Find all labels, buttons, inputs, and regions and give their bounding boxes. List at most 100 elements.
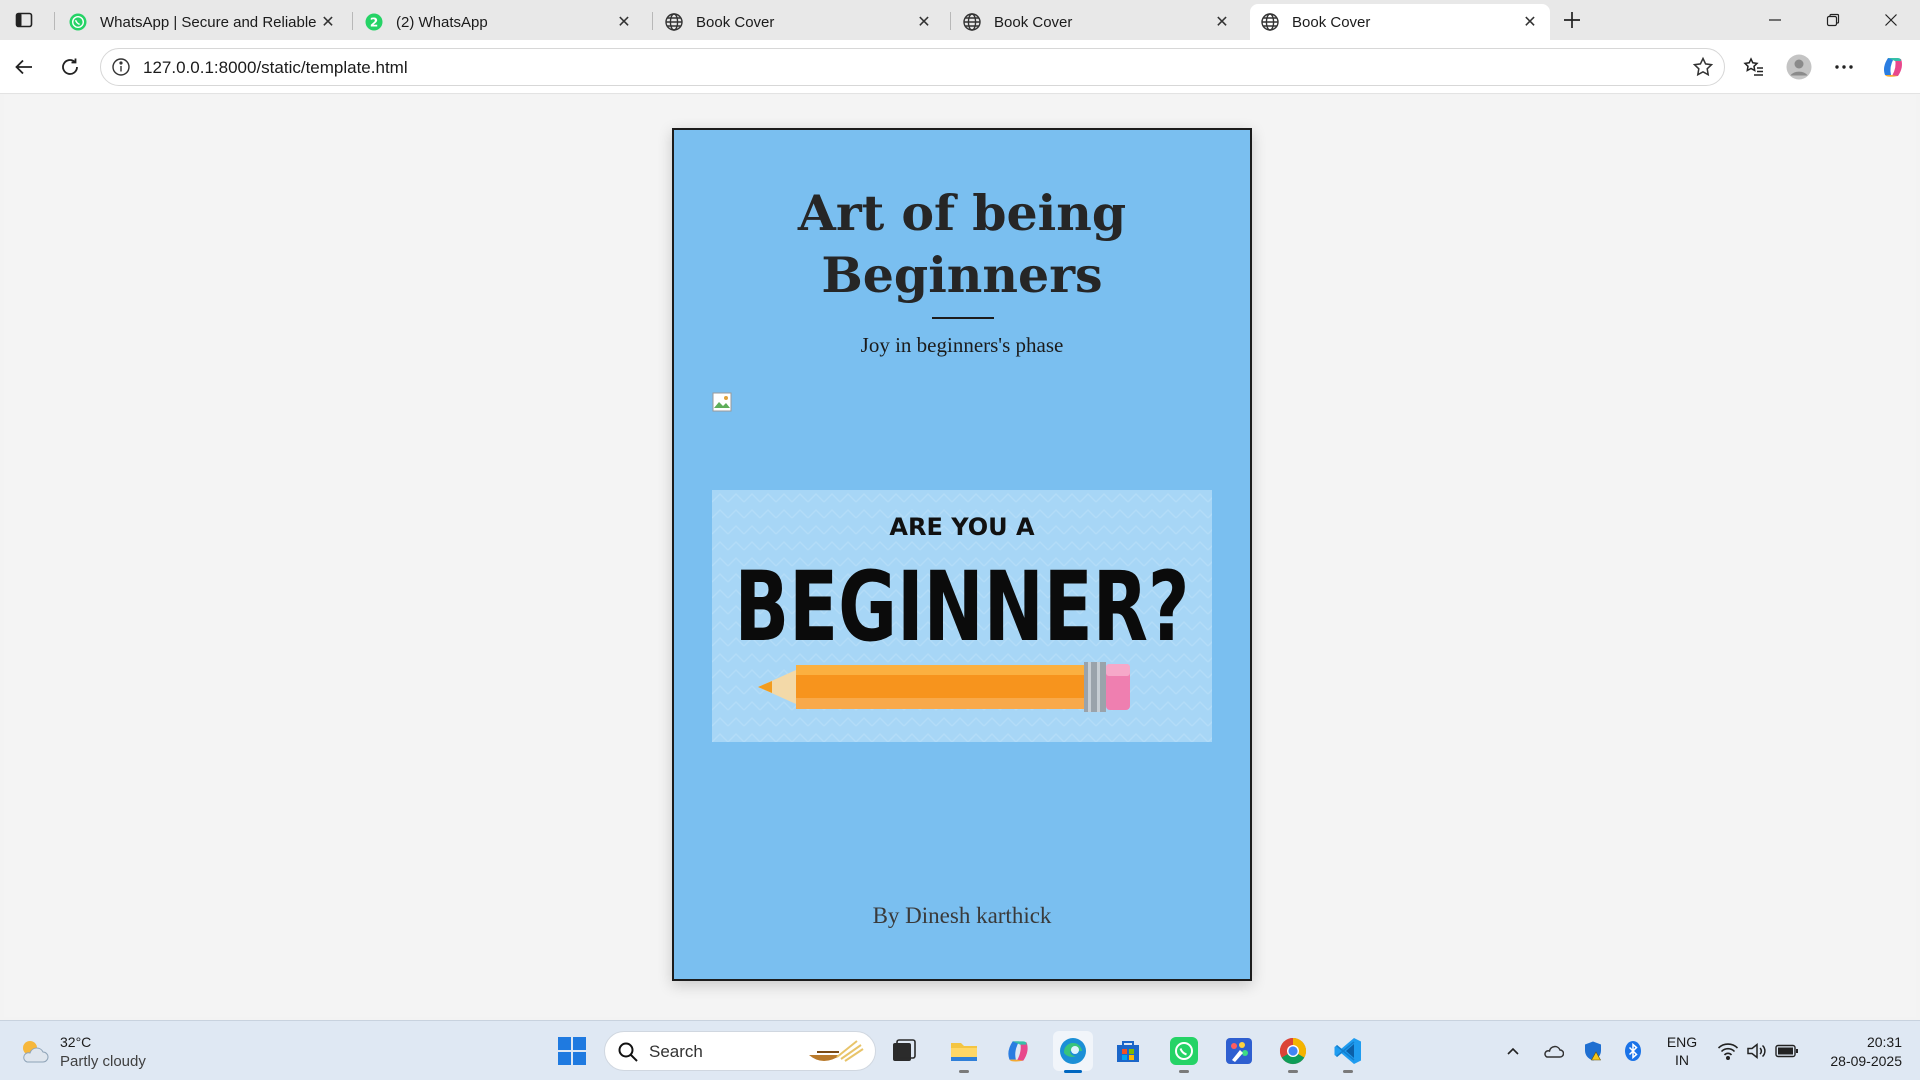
bluetooth-icon <box>1625 1041 1641 1061</box>
profile-button[interactable] <box>1783 51 1815 83</box>
running-indicator <box>1343 1070 1353 1073</box>
tab-separator <box>950 12 951 30</box>
microsoft-store-icon <box>1117 1041 1139 1062</box>
weather-widget[interactable]: 32°C Partly cloudy <box>18 1033 146 1071</box>
globe-icon <box>962 12 982 32</box>
title-divider <box>932 317 994 319</box>
tab-book-cover-2[interactable]: Book Cover ✕ <box>952 4 1242 40</box>
tab-strip: WhatsApp | Secure and Reliable F ✕ 2 (2)… <box>0 0 1920 40</box>
windows-security-button[interactable] <box>1581 1039 1605 1063</box>
running-indicator <box>1179 1070 1189 1073</box>
tab-whatsapp[interactable]: 2 (2) WhatsApp ✕ <box>354 4 644 40</box>
art-heading-small: ARE YOU A <box>889 513 1035 541</box>
art-heading-large: BEGINNER? <box>735 551 1190 663</box>
search-icon <box>618 1042 638 1062</box>
globe-icon <box>1260 12 1280 32</box>
site-info-icon[interactable] <box>111 57 131 77</box>
tab-label: (2) WhatsApp <box>396 13 488 31</box>
taskbar: 32°C Partly cloudy Search ENG IN 20:31 2… <box>0 1020 1920 1080</box>
battery-button[interactable] <box>1775 1039 1799 1063</box>
whatsapp-taskbar-button[interactable] <box>1164 1031 1204 1073</box>
svg-text:2: 2 <box>370 16 378 30</box>
whatsapp-badge-icon: 2 <box>364 12 384 32</box>
paint-button[interactable] <box>1219 1031 1259 1071</box>
url-text: 127.0.0.1:8000/static/template.html <box>143 58 408 77</box>
back-arrow-icon <box>15 59 32 75</box>
input-language-indicator[interactable]: ENG IN <box>1664 1033 1700 1069</box>
search-highlight-icon <box>809 1040 864 1062</box>
tab-whatsapp-web[interactable]: WhatsApp | Secure and Reliable F ✕ <box>58 4 348 40</box>
restore-icon <box>1826 13 1840 27</box>
wifi-icon <box>1717 1043 1739 1060</box>
close-tab-icon[interactable]: ✕ <box>614 12 634 32</box>
profile-avatar-icon <box>1786 54 1812 80</box>
tab-separator <box>652 12 653 30</box>
settings-more-button[interactable] <box>1828 51 1860 83</box>
pencil-icon <box>758 662 1130 712</box>
book-title-line-2: Beginners <box>821 246 1103 304</box>
minimize-button[interactable] <box>1746 0 1804 40</box>
page-viewport: Art of being Beginners Joy in beginners'… <box>4 95 1916 1017</box>
close-tab-icon[interactable]: ✕ <box>318 12 338 32</box>
favorites-button[interactable] <box>1738 51 1770 83</box>
system-clock[interactable]: 20:31 28-09-2025 <box>1810 1033 1902 1071</box>
copilot-icon <box>1008 1041 1028 1062</box>
lang-code: ENG <box>1666 1034 1698 1050</box>
book-title-line-1: Art of being <box>797 184 1127 242</box>
weather-temperature: 32°C <box>60 1034 92 1050</box>
cloud-icon <box>1544 1045 1564 1058</box>
battery-icon <box>1775 1044 1798 1058</box>
microsoft-store-button[interactable] <box>1108 1031 1148 1071</box>
whatsapp-icon <box>68 12 88 32</box>
tab-label: Book Cover <box>696 13 775 31</box>
file-explorer-icon <box>951 1043 977 1061</box>
vscode-icon <box>1334 1038 1361 1064</box>
edge-button[interactable] <box>1053 1031 1093 1073</box>
tab-book-cover-1[interactable]: Book Cover ✕ <box>654 4 944 40</box>
vscode-button[interactable] <box>1328 1031 1368 1073</box>
chrome-button[interactable] <box>1273 1031 1313 1073</box>
task-view-button[interactable] <box>884 1031 924 1071</box>
copilot-taskbar-button[interactable] <box>998 1031 1038 1071</box>
chrome-icon <box>1279 1037 1307 1065</box>
browser-toolbar: 127.0.0.1:8000/static/template.html <box>0 40 1920 94</box>
plus-icon <box>1564 12 1580 28</box>
lang-region: IN <box>1675 1052 1689 1068</box>
close-tab-icon[interactable]: ✕ <box>1212 12 1232 32</box>
close-tab-icon[interactable]: ✕ <box>1520 12 1540 32</box>
task-view-icon <box>893 1039 916 1061</box>
start-button[interactable] <box>552 1031 592 1071</box>
show-hidden-icons-button[interactable] <box>1501 1039 1525 1063</box>
close-tab-icon[interactable]: ✕ <box>914 12 934 32</box>
tab-separator <box>54 12 55 30</box>
wifi-button[interactable] <box>1716 1039 1740 1063</box>
favorite-star-icon[interactable] <box>1692 56 1714 78</box>
tab-actions-button[interactable] <box>8 6 40 34</box>
refresh-icon <box>62 58 78 75</box>
search-label: Search <box>649 1042 703 1061</box>
taskbar-search[interactable]: Search <box>604 1031 876 1071</box>
file-explorer-button[interactable] <box>944 1031 984 1073</box>
close-window-button[interactable] <box>1862 0 1920 40</box>
volume-button[interactable] <box>1745 1039 1769 1063</box>
windows-start-icon <box>558 1037 586 1065</box>
clock-time: 20:31 <box>1866 1034 1902 1050</box>
weather-condition: Partly cloudy <box>60 1053 146 1070</box>
back-button[interactable] <box>8 51 40 83</box>
new-tab-button[interactable] <box>1558 6 1586 34</box>
onedrive-button[interactable] <box>1541 1039 1565 1063</box>
favorites-list-icon <box>1743 57 1763 76</box>
clock-date: 28-09-2025 <box>1830 1053 1902 1069</box>
book-cover: Art of being Beginners Joy in beginners'… <box>672 128 1252 981</box>
active-indicator <box>1064 1070 1082 1073</box>
copilot-button[interactable] <box>1877 51 1909 83</box>
chevron-up-icon <box>1507 1047 1519 1055</box>
bluetooth-button[interactable] <box>1621 1039 1645 1063</box>
tab-book-cover-active[interactable]: Book Cover ✕ <box>1250 4 1550 40</box>
copilot-icon <box>1884 58 1902 77</box>
address-bar[interactable]: 127.0.0.1:8000/static/template.html <box>100 48 1725 86</box>
tab-label: WhatsApp | Secure and Reliable F <box>100 13 318 31</box>
restore-button[interactable] <box>1804 0 1862 40</box>
book-subtitle: Joy in beginners's phase <box>860 333 1064 357</box>
refresh-button[interactable] <box>54 51 86 83</box>
